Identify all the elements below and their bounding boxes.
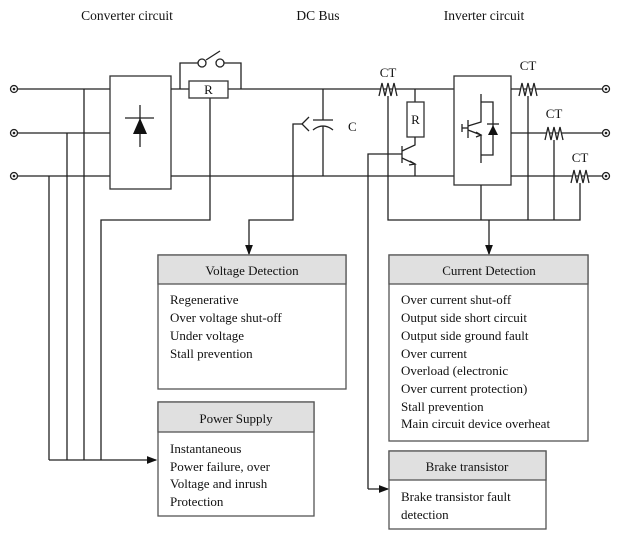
inverter-circuit-label: Inverter circuit — [444, 8, 525, 23]
list-item: Stall prevention — [401, 399, 484, 414]
power-supply-box: Power Supply Instantaneous Power failure… — [157, 401, 315, 517]
ct-output-v: CT — [544, 106, 564, 141]
svg-text:CT: CT — [546, 106, 563, 121]
voltage-detection-title: Voltage Detection — [205, 263, 299, 278]
inrush-resistor: R — [188, 80, 229, 99]
list-item: Regenerative — [170, 292, 239, 307]
converter-rectifier — [109, 75, 172, 190]
list-item: Over voltage shut-off — [170, 310, 282, 325]
voltage-sense-wiring — [245, 116, 310, 256]
list-item: Over current shut-off — [401, 292, 512, 307]
list-item: Main circuit device overheat — [401, 416, 550, 431]
svg-text:R: R — [411, 112, 420, 127]
list-item: Power failure, over — [170, 459, 271, 474]
list-item: Output side short circuit — [401, 310, 527, 325]
brake-transistor-title: Brake transistor — [426, 459, 509, 474]
ct-output-w: CT — [570, 150, 590, 184]
inverter-igbt — [453, 75, 512, 186]
list-item: Brake transistor fault — [401, 489, 511, 504]
svg-text:CT: CT — [520, 58, 537, 73]
current-detection-title: Current Detection — [442, 263, 536, 278]
brake-resistor: R — [406, 89, 425, 138]
relay-switch — [197, 58, 225, 68]
svg-text:C: C — [348, 119, 357, 134]
output-terminals — [601, 84, 611, 181]
svg-text:CT: CT — [572, 150, 589, 165]
ct-dc-bus: CT — [378, 65, 398, 97]
current-detection-box: Current Detection Over current shut-off … — [388, 254, 589, 442]
list-item: Stall prevention — [170, 346, 253, 361]
list-item: Protection — [170, 494, 224, 509]
brake-transistor-box: Brake transistor Brake transistor fault … — [388, 450, 547, 530]
list-item: detection — [401, 507, 449, 522]
list-item: Over current protection) — [401, 381, 527, 396]
list-item: Voltage and inrush — [170, 476, 268, 491]
voltage-detection-box: Voltage Detection Regenerative Over volt… — [157, 254, 347, 390]
svg-text:R: R — [204, 82, 213, 97]
power-supply-title: Power Supply — [199, 411, 273, 426]
inverter-protection-diagram: Converter circuit DC Bus Inverter circui… — [9, 8, 611, 530]
dc-bus-label: DC Bus — [296, 8, 339, 23]
input-terminals — [9, 84, 19, 181]
ct-output-u: CT — [518, 58, 538, 97]
list-item: Instantaneous — [170, 441, 241, 456]
list-item: Over current — [401, 346, 467, 361]
converter-circuit-label: Converter circuit — [81, 8, 173, 23]
capacitor: C — [312, 89, 357, 176]
output-wiring — [511, 88, 602, 177]
list-item: Output side ground fault — [401, 328, 529, 343]
svg-text:CT: CT — [380, 65, 397, 80]
list-item: Under voltage — [170, 328, 244, 343]
list-item: Overload (electronic — [401, 363, 508, 378]
